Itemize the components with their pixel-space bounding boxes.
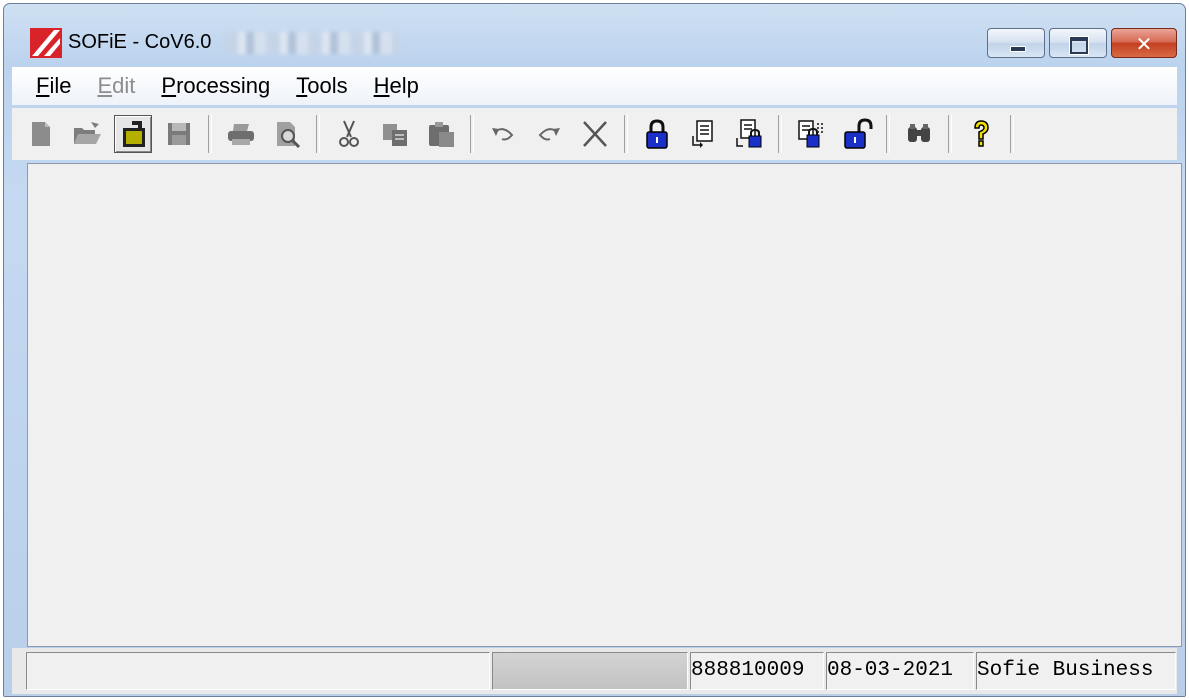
cut-button[interactable]: [330, 115, 368, 153]
menu-help[interactable]: Help: [374, 73, 419, 99]
status-panel-progress: [492, 652, 688, 690]
maximize-icon: [1070, 37, 1088, 54]
mdi-client-area[interactable]: [27, 163, 1182, 647]
document-list-button[interactable]: [684, 115, 722, 153]
menu-edit[interactable]: Edit: [97, 73, 135, 99]
menu-bar: File Edit Processing Tools Help: [12, 67, 1177, 105]
print-button[interactable]: [222, 115, 260, 153]
cut-icon: [339, 120, 359, 147]
open-company-button[interactable]: [114, 115, 152, 153]
help-icon: [974, 120, 989, 147]
title-redacted-area: [224, 32, 400, 54]
print-icon: [228, 124, 254, 145]
toolbar-separator: [886, 115, 890, 153]
minimize-icon: [1010, 46, 1026, 52]
menu-tools[interactable]: Tools: [296, 73, 347, 99]
status-panel-date: 08-03-2021: [826, 652, 974, 690]
help-button[interactable]: [962, 115, 1000, 153]
title-bar[interactable]: SOFiE - CoV6.0 ✕: [4, 4, 1185, 66]
document-lock-icon: [736, 119, 762, 148]
menu-edit-label: dit: [112, 73, 136, 98]
menu-processing-label: rocessing: [176, 73, 271, 98]
open-company-icon: [123, 121, 145, 147]
menu-processing-mnemonic: P: [161, 73, 177, 98]
document-lock-button[interactable]: [730, 115, 768, 153]
menu-processing[interactable]: Processing: [161, 73, 270, 99]
menu-tools-mnemonic: T: [296, 73, 308, 98]
print-preview-icon: [277, 122, 301, 149]
toolbar-separator: [1010, 115, 1014, 153]
new-document-icon: [32, 122, 50, 146]
toolbar-separator: [778, 115, 782, 153]
find-button[interactable]: [900, 115, 938, 153]
new-document-button[interactable]: [22, 115, 60, 153]
toolbar-separator: [316, 115, 320, 153]
menu-edit-mnemonic: E: [97, 73, 113, 98]
sofie-logo-icon: [30, 28, 62, 58]
find-icon: [908, 124, 930, 142]
lock-icon: [646, 119, 668, 149]
caption-buttons: ✕: [983, 28, 1177, 58]
window-title: SOFiE - CoV6.0: [68, 31, 212, 53]
delete-icon: [583, 121, 607, 147]
redo-icon: [538, 128, 560, 141]
menu-file-label: ile: [49, 73, 72, 98]
transfer-lock-button[interactable]: [792, 115, 830, 153]
menu-file-mnemonic: F: [36, 73, 50, 98]
lock-button[interactable]: [638, 115, 676, 153]
menu-file[interactable]: File: [36, 73, 71, 99]
close-icon: ✕: [1135, 32, 1153, 56]
copy-button[interactable]: [376, 115, 414, 153]
open-folder-icon: [74, 122, 101, 144]
close-button[interactable]: ✕: [1111, 28, 1177, 58]
unlock-icon: [844, 118, 873, 149]
redo-button[interactable]: [530, 115, 568, 153]
menu-help-label: elp: [389, 73, 419, 98]
save-button[interactable]: [160, 115, 198, 153]
unlock-button[interactable]: [838, 115, 876, 153]
paste-button[interactable]: [422, 115, 460, 153]
toolbar-separator: [208, 115, 212, 153]
toolbar-separator: [948, 115, 952, 153]
undo-icon: [492, 128, 514, 141]
status-panel-message: [26, 652, 490, 690]
undo-button[interactable]: [484, 115, 522, 153]
print-preview-button[interactable]: [268, 115, 306, 153]
open-folder-button[interactable]: [68, 115, 106, 153]
delete-button[interactable]: [576, 115, 614, 153]
status-panel-product: Sofie Business: [976, 652, 1176, 690]
main-window: SOFiE - CoV6.0 ✕ File Edit Processing To…: [3, 3, 1186, 697]
toolbar-separator: [624, 115, 628, 153]
document-list-icon: [692, 120, 713, 148]
menu-help-mnemonic: H: [373, 73, 390, 98]
status-bar: 888810009 08-03-2021 Sofie Business: [12, 648, 1177, 694]
save-icon: [168, 123, 190, 145]
transfer-lock-icon: [798, 120, 825, 148]
minimize-button[interactable]: [987, 28, 1045, 58]
menu-tools-label: ools: [307, 73, 348, 98]
paste-icon: [429, 122, 454, 147]
maximize-button[interactable]: [1049, 28, 1107, 58]
copy-icon: [383, 124, 407, 146]
toolbar: [12, 108, 1177, 160]
status-panel-company-number: 888810009: [690, 652, 824, 690]
toolbar-separator: [470, 115, 474, 153]
